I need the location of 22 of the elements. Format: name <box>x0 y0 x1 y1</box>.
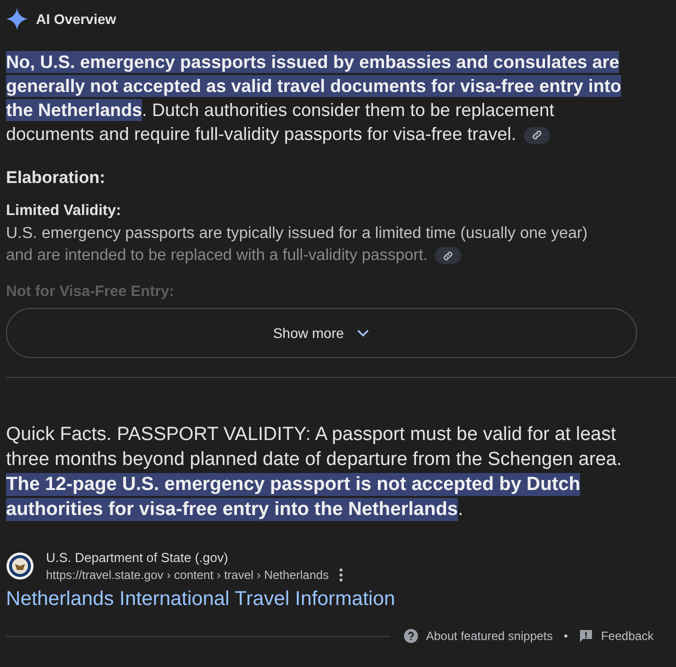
link-chip[interactable] <box>524 126 550 144</box>
source-site: U.S. Department of State (.gov) <box>46 550 230 565</box>
feedback-link[interactable]: Feedback <box>600 629 654 643</box>
overview-title: AI Overview <box>36 11 116 27</box>
more-options-icon[interactable] <box>338 568 343 582</box>
help-icon <box>404 629 418 643</box>
link-icon <box>531 129 544 142</box>
about-snippets-link[interactable]: About featured snippets <box>426 629 553 643</box>
link-icon <box>442 250 454 262</box>
result-title-link[interactable]: Netherlands International Travel Information <box>6 588 396 611</box>
point-heading: Limited Validity: <box>6 202 122 219</box>
show-more-button[interactable]: Show more <box>6 308 637 358</box>
feedback-icon <box>578 629 593 643</box>
section-heading: Elaboration: <box>6 168 106 188</box>
link-chip[interactable] <box>435 247 462 264</box>
source-url: https://travel.state.gov › content › travel › Netherlands <box>46 568 329 582</box>
point-heading: Not for Visa-Free Entry: <box>6 283 176 300</box>
sparkle-icon <box>6 8 28 30</box>
separator-dot: • <box>564 629 568 643</box>
summary-paragraph: No, U.S. emergency passports issued by embassies and consulates are generally not accepted as valid travel documents for visa-free entry into the Netherlands. Dutch authorities consider them to be replacement documents and require full-validity passports for visa-free travel. <box>6 50 622 146</box>
snippet-paragraph: Quick Facts. PASSPORT VALIDITY: A passport must be valid for at least three months beyond planned date of departure from the Schengen area. The 12-page U.S. emergency passport is not accepted by Dutch authorities for visa-free entry into the Netherlands. <box>6 423 623 522</box>
seal-icon <box>6 552 34 580</box>
